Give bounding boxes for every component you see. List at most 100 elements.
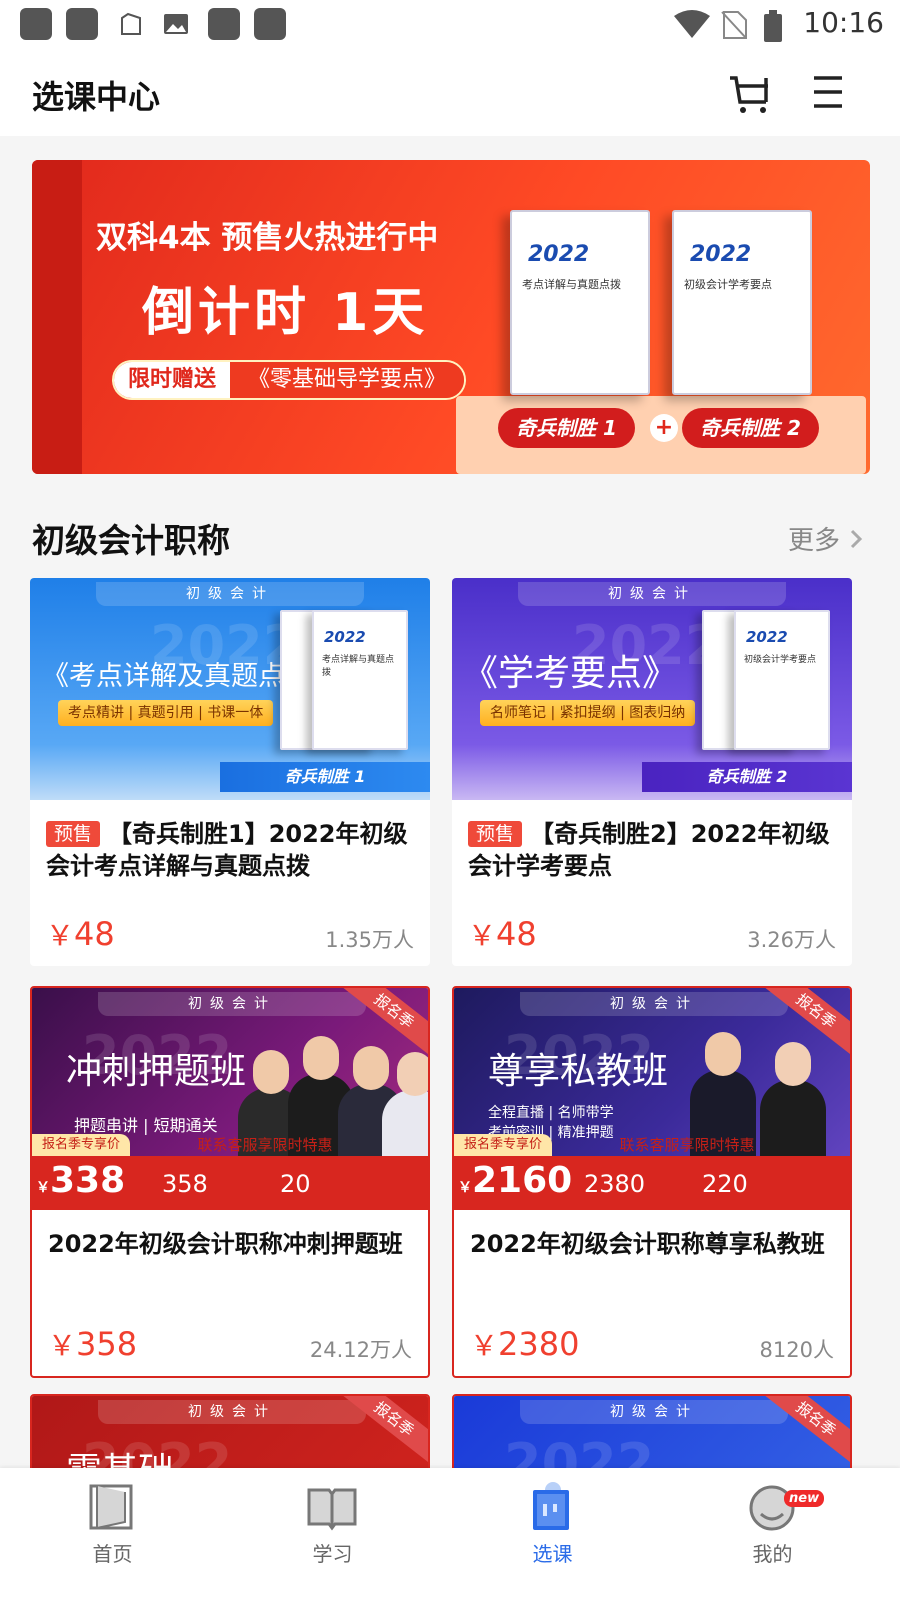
app-header: 选课中心 bbox=[0, 50, 900, 136]
discount-amount: 220 bbox=[702, 1170, 748, 1198]
thumb-book: 2022 初级会计学考要点 bbox=[734, 610, 830, 750]
course-title-text: 【奇兵制胜1】2022年初级会计考点详解与真题点拨 bbox=[46, 820, 408, 880]
tab-profile[interactable]: new 我的 bbox=[660, 1468, 885, 1600]
course-price: ￥358 bbox=[48, 1324, 137, 1364]
page-title: 选课中心 bbox=[32, 78, 161, 116]
thumb-ribbon: 初级会计 bbox=[98, 992, 366, 1016]
status-bar: 10:16 bbox=[0, 0, 900, 50]
learner-count: 1.35万人 bbox=[325, 928, 414, 952]
teacher-face bbox=[397, 1052, 428, 1096]
price-banner: 联系客服享限时特惠 报名季专享价 ￥2160 2380 220 bbox=[454, 1134, 850, 1210]
notification-icon bbox=[20, 8, 52, 40]
tab-label: 我的 bbox=[752, 1542, 793, 1566]
course-card[interactable]: 初级会计 2022 零基础 报名季 bbox=[30, 1394, 430, 1474]
notification-icon bbox=[208, 8, 240, 40]
price-symbol: ￥ bbox=[470, 1329, 499, 1362]
notification-icon bbox=[254, 8, 286, 40]
course-title: 2022年初级会计职称尊享私教班 bbox=[470, 1230, 825, 1258]
learner-count: 3.26万人 bbox=[747, 928, 836, 952]
price-value: 358 bbox=[76, 1325, 138, 1363]
price-tagline: 报名季专享价 bbox=[32, 1134, 131, 1156]
promo-banner[interactable]: 双科4本 预售火热进行中 倒计时 1天 限时赠送 《零基础导学要点》 2022 … bbox=[32, 160, 870, 474]
home-book-icon bbox=[89, 1484, 133, 1530]
price-symbol: ￥ bbox=[46, 919, 75, 952]
original-price: 2380 bbox=[584, 1170, 646, 1198]
presale-badge: 预售 bbox=[46, 821, 101, 847]
course-card[interactable]: 初级会计 2022 《考点详解及真题点拨》 考点精讲 | 真题引用 | 书课一体… bbox=[30, 578, 430, 966]
banner-book-1: 2022 考点详解与真题点拨 bbox=[510, 210, 650, 395]
banner-stripe bbox=[32, 160, 82, 474]
course-title: 预售 【奇兵制胜2】2022年初级会计学考要点 bbox=[468, 818, 838, 882]
course-info: 2022年初级会计职称冲刺押题班 ￥358 24.12万人 bbox=[32, 1210, 428, 1376]
bottom-tab-bar: 首页 学习 选课 new 我的 bbox=[0, 1468, 900, 1600]
course-title: 预售 【奇兵制胜1】2022年初级会计考点详解与真题点拨 bbox=[46, 818, 416, 882]
gift-text: 《零基础导学要点》 bbox=[230, 362, 465, 398]
price-value: 2160 bbox=[472, 1160, 573, 1201]
open-book-icon bbox=[307, 1488, 357, 1531]
cart-icon[interactable] bbox=[726, 68, 776, 118]
thumb-features: 名师笔记 | 紧扣提纲 | 图表归纳 bbox=[480, 700, 696, 726]
thumb-subtitle: 押题串讲 | 短期通关 bbox=[74, 1116, 218, 1135]
tab-home[interactable]: 首页 bbox=[0, 1468, 225, 1600]
thumb-subtitle: 全程直播 | 名师带学 bbox=[488, 1105, 614, 1121]
banner-book-2: 2022 初级会计学考要点 bbox=[672, 210, 812, 395]
banner-headline: 双科4本 预售火热进行中 bbox=[96, 220, 439, 256]
status-time: 10:16 bbox=[803, 6, 884, 39]
image-icon bbox=[164, 14, 188, 34]
tab-study[interactable]: 学习 bbox=[220, 1468, 445, 1600]
course-thumbnail: 初级会计 2022 冲刺押题班 押题串讲 | 短期通关 报名季 联系客服享限时特… bbox=[32, 988, 428, 1210]
tab-label: 首页 bbox=[92, 1542, 133, 1566]
discount-amount: 20 bbox=[280, 1170, 311, 1198]
tab-courses[interactable]: 选课 bbox=[440, 1468, 665, 1600]
book-title: 考点详解与真题点拨 bbox=[322, 655, 395, 678]
price-symbol: ￥ bbox=[468, 919, 497, 952]
thumb-headline: 冲刺押题班 bbox=[66, 1051, 247, 1092]
learner-count: 8120人 bbox=[759, 1338, 834, 1362]
presale-badge: 预售 bbox=[468, 821, 523, 847]
course-info: 预售 【奇兵制胜2】2022年初级会计学考要点 ￥48 3.26万人 bbox=[452, 800, 852, 966]
thumb-book: 2022 考点详解与真题点拨 bbox=[312, 610, 408, 750]
course-card[interactable]: 初级会计 2022 《学考要点》 名师笔记 | 紧扣提纲 | 图表归纳 2022… bbox=[452, 578, 852, 966]
teacher-face bbox=[775, 1042, 811, 1086]
original-price: 358 bbox=[162, 1170, 208, 1198]
chevron-right-icon bbox=[850, 529, 863, 548]
course-card[interactable]: 初级会计 2022 报名季 bbox=[452, 1394, 852, 1474]
thumb-features: 考点精讲 | 真题引用 | 书课一体 bbox=[58, 700, 274, 726]
course-thumbnail: 初级会计 2022 零基础 报名季 bbox=[32, 1396, 428, 1472]
course-price: ￥2380 bbox=[470, 1324, 579, 1364]
course-info: 2022年初级会计职称尊享私教班 ￥2380 8120人 bbox=[454, 1210, 850, 1376]
book-title: 初级会计学考要点 bbox=[744, 655, 817, 665]
thumb-ribbon: 初级会计 bbox=[518, 582, 786, 606]
course-title-text: 【奇兵制胜2】2022年初级会计学考要点 bbox=[468, 820, 830, 880]
menu-icon[interactable] bbox=[806, 68, 856, 118]
no-sim-icon bbox=[721, 11, 747, 39]
thumb-headline: 《学考要点》 bbox=[462, 653, 679, 694]
price-value: 338 bbox=[50, 1160, 126, 1201]
course-card[interactable]: 初级会计 2022 尊享私教班 全程直播 | 名师带学 考前密训 | 精准押题 … bbox=[452, 986, 852, 1378]
price-banner: 联系客服享限时特惠 报名季专享价 ￥338 358 20 bbox=[32, 1134, 428, 1210]
course-thumbnail: 初级会计 2022 《学考要点》 名师笔记 | 紧扣提纲 | 图表归纳 2022… bbox=[452, 578, 852, 800]
book-year: 2022 bbox=[528, 242, 590, 267]
tab-label: 学习 bbox=[312, 1542, 353, 1566]
price-symbol: ￥ bbox=[36, 1180, 50, 1196]
thumb-ribbon: 初级会计 bbox=[520, 992, 788, 1016]
banner-countdown: 倒计时 1天 bbox=[142, 283, 429, 343]
price-tagline: 报名季专享价 bbox=[454, 1134, 553, 1156]
teacher-face bbox=[303, 1036, 339, 1080]
wifi-icon bbox=[674, 10, 710, 38]
more-link[interactable]: 更多 bbox=[788, 520, 864, 557]
course-price: ￥48 bbox=[46, 914, 115, 954]
course-thumbnail: 初级会计 2022 报名季 bbox=[454, 1396, 850, 1472]
price-value: 2380 bbox=[498, 1325, 580, 1363]
course-select-icon bbox=[533, 1482, 569, 1530]
course-thumbnail: 初级会计 2022 《考点详解及真题点拨》 考点精讲 | 真题引用 | 书课一体… bbox=[30, 578, 430, 800]
clipboard-icon bbox=[121, 12, 141, 35]
price-symbol: ￥ bbox=[48, 1329, 77, 1362]
price-symbol: ￥ bbox=[458, 1180, 472, 1196]
teacher-face bbox=[353, 1046, 389, 1090]
course-card[interactable]: 初级会计 2022 冲刺押题班 押题串讲 | 短期通关 报名季 联系客服享限时特… bbox=[30, 986, 430, 1378]
book-title: 初级会计学考要点 bbox=[684, 278, 772, 291]
book-year: 2022 bbox=[690, 242, 752, 267]
banner-pill-1: 奇兵制胜 1 bbox=[498, 408, 635, 448]
gift-tag: 限时赠送 bbox=[114, 362, 231, 398]
